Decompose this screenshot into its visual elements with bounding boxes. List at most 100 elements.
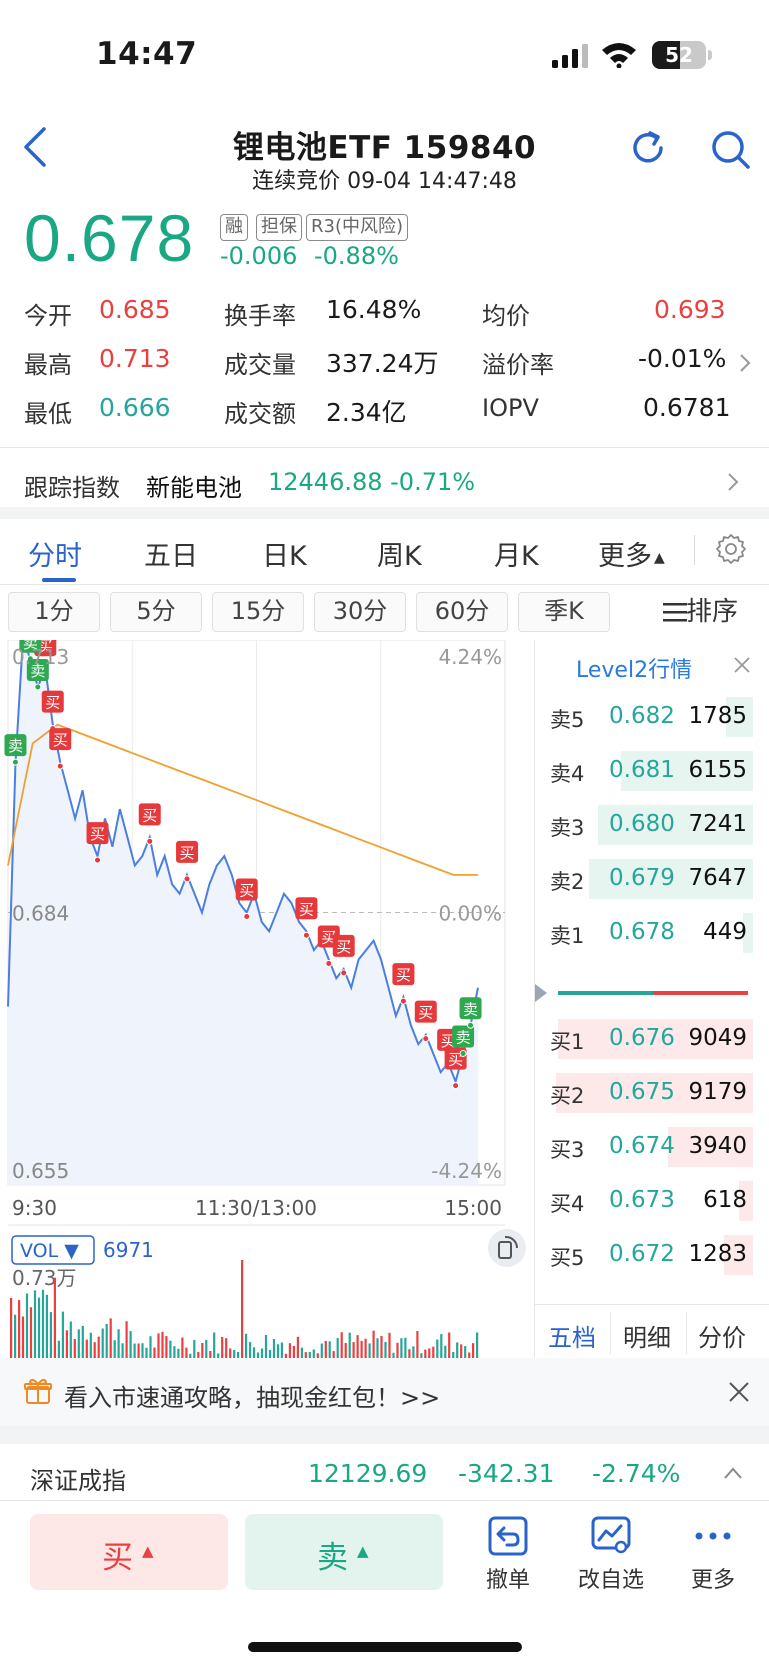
volume-bar [225,1338,228,1360]
bid-level-3[interactable]: 买3 0.674 3940 [546,1127,753,1167]
orderbook-tab-five-levels[interactable]: 五档 [548,1318,596,1353]
ask-level-1[interactable]: 卖5 0.682 1785 [546,697,753,737]
bid-level-5[interactable]: 买5 0.672 1283 [546,1235,753,1275]
chevron-right-icon[interactable] [726,471,740,493]
chevron-right-icon[interactable] [738,352,752,374]
orderbook-price: 0.675 [609,1079,675,1105]
period-1min[interactable]: 1分 [8,592,100,632]
volume-bar [157,1333,160,1360]
cancel-order-label[interactable]: 撤单 [466,1562,550,1594]
ask-level-5[interactable]: 卖1 0.678 449 [546,913,753,953]
volume-bar [388,1332,391,1360]
volume-bar [364,1338,367,1360]
ask-level-3[interactable]: 卖3 0.680 7241 [546,805,753,845]
caret-up-icon: ▲ [654,549,665,566]
rotate-button[interactable] [488,1229,526,1267]
level2-title[interactable]: Level2行情 [576,652,692,684]
vol-value: 6971 [103,1238,154,1262]
price-change: -0.006 [220,242,298,270]
divider [610,1312,611,1354]
sell-marker-dot [467,1021,475,1029]
volume-bar [448,1332,451,1360]
more-dots-icon[interactable] [692,1515,734,1557]
sell-button-label: 卖 [317,1540,348,1576]
orderbook-vol: 9179 [688,1079,747,1105]
volume-bar [165,1336,168,1360]
orderbook-vol: 449 [703,919,747,945]
collateral-tag: 担保 [256,214,302,241]
intraday-chart[interactable]: 买买买买买买买买买买买买买买卖卖卖卖卖卖0.7130.6840.6554.24%… [0,640,535,1360]
volume-bar [97,1336,100,1360]
orderbook-label: 卖3 [550,816,585,840]
period-season-k[interactable]: 季K [518,592,610,632]
gear-icon[interactable] [715,533,747,565]
chevron-up-icon[interactable] [723,1466,743,1480]
volume-bar [476,1332,479,1360]
tab-intraday[interactable]: 分时 [28,534,82,573]
bid-level-4[interactable]: 买4 0.673 618 [546,1181,753,1221]
refresh-icon[interactable] [628,128,668,168]
orderbook-label: 买1 [550,1030,585,1054]
period-30min[interactable]: 30分 [314,592,406,632]
tab-more[interactable]: 更多 ▲ [598,534,665,573]
expand-arrow-icon[interactable] [534,983,548,1003]
cancel-order-icon[interactable] [487,1515,529,1557]
edit-watchlist-label[interactable]: 改自选 [569,1562,653,1594]
close-icon[interactable] [728,1381,750,1403]
volume-bar [25,1293,29,1360]
ask-level-4[interactable]: 卖2 0.679 7647 [546,859,753,899]
volume-bar [296,1336,299,1360]
orderbook-tab-price-dist[interactable]: 分价 [698,1318,746,1353]
volume-bar [73,1339,76,1360]
market-index-name[interactable]: 深证成指 [30,1461,126,1496]
sell-button[interactable]: 卖 ▲ [245,1514,443,1590]
period-5min[interactable]: 5分 [110,592,202,632]
period-60min[interactable]: 60分 [416,592,508,632]
volume-bar [49,1312,52,1360]
market-index-value: 12129.69 [308,1459,428,1488]
quote-value-premium: -0.01% [638,344,727,373]
sell-marker-label: 卖 [456,1028,471,1046]
orderbook-vol: 7647 [688,865,747,891]
bid-ask-ratio-bar [558,991,748,995]
search-icon[interactable] [709,128,751,170]
buy-marker-label: 买 [396,966,411,984]
buy-marker-label: 买 [90,825,105,843]
quote-value-amount: 2.34亿 [326,398,407,427]
tab-monthly-k[interactable]: 月K [494,534,539,573]
buy-button[interactable]: 买 ▲ [30,1514,228,1590]
buy-marker-label: 买 [45,694,60,712]
buy-marker-label: 买 [239,882,254,900]
volume-bar [41,1289,45,1360]
period-15min[interactable]: 15分 [212,592,304,632]
quote-label-turnover: 换手率 [224,302,296,330]
tab-daily-k[interactable]: 日K [262,534,307,573]
volume-bar [193,1339,196,1360]
close-icon[interactable] [733,656,751,674]
watchlist-edit-icon[interactable] [590,1515,632,1557]
tab-weekly-k[interactable]: 周K [377,534,422,573]
tracking-index-name[interactable]: 新能电池 [146,468,242,503]
orderbook-label: 买2 [550,1084,585,1108]
bid-level-2[interactable]: 买2 0.675 9179 [546,1073,753,1113]
volume-bar [69,1321,72,1360]
orderbook-label: 买5 [550,1246,585,1270]
volume-bar [400,1338,403,1360]
margin-tag: 融 [220,214,248,241]
tab-five-day[interactable]: 五日 [144,534,198,573]
bid-level-1[interactable]: 买1 0.676 9049 [546,1019,753,1059]
orderbook-price: 0.679 [609,865,675,891]
volume-bar [380,1336,383,1360]
quote-label-volume: 成交量 [224,351,296,379]
sort-button[interactable]: 排序 [640,592,769,632]
volume-bar [404,1337,407,1360]
more-label[interactable]: 更多 [671,1562,755,1594]
orderbook-tab-detail[interactable]: 明细 [623,1318,671,1353]
risk-level-tag: R3(中风险) [306,214,409,241]
divider [686,1312,687,1354]
promo-banner-text[interactable]: 看入市速通攻略，抽现金红包！>> [64,1378,440,1413]
buy-button-label: 买 [102,1540,133,1576]
ask-level-2[interactable]: 卖4 0.681 6155 [546,751,753,791]
buy-marker-dot [56,762,64,770]
volume-bar [416,1331,419,1360]
